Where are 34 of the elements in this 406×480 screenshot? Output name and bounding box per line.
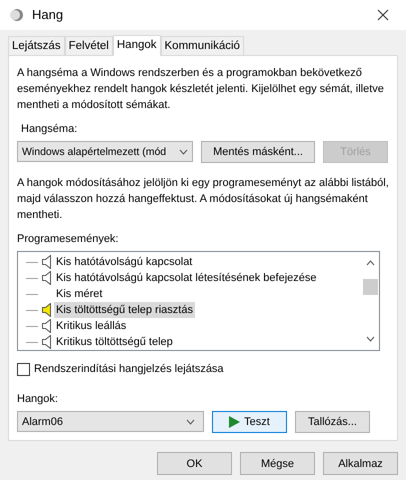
- list-item[interactable]: Kis hatótávolságú kapcsolat létesítésének befejezése: [54, 270, 318, 286]
- chevron-icon: [186, 418, 195, 424]
- sound-dropdown[interactable]: Alarm06: [17, 411, 204, 432]
- tab[interactable]: Felvétel: [64, 36, 113, 55]
- checkbox[interactable]: [17, 362, 30, 376]
- list-item[interactable]: Kritikus leállás: [54, 318, 128, 334]
- instructions-text: A hangok módosításához jelöljön ki egy programeseményt az alábbi listából, majd válasszon hozzá hangeffektust. A módosításokat új hangsémaként mentheti.: [17, 176, 389, 223]
- browse-button[interactable]: Tallózás...: [295, 411, 370, 433]
- play-icon: [229, 416, 240, 428]
- dialog-button[interactable]: OK: [157, 452, 232, 475]
- scheme-button[interactable]: Mentés másként...: [201, 141, 315, 163]
- window-title: Hang: [32, 7, 64, 23]
- tab[interactable]: Kommunikáció: [160, 36, 244, 55]
- scheme-dropdown[interactable]: Windows alapértelmezett (mód: [17, 141, 193, 162]
- field-label: Hangséma:: [21, 122, 78, 137]
- checkbox-label: Rendszerindítási hangjelzés lejátszása: [34, 362, 224, 377]
- scroll-up-icon[interactable]: [366, 260, 375, 266]
- list-label: Programesemények:: [17, 232, 120, 247]
- tab[interactable]: Hangok: [112, 35, 161, 56]
- list-item[interactable]: Kis méret: [54, 286, 104, 302]
- list-item[interactable]: Kis töltöttségű telep riasztás: [54, 302, 195, 318]
- list-item[interactable]: Kis hatótávolságú kapcsolat: [54, 254, 194, 270]
- scroll-down-icon[interactable]: [366, 336, 375, 342]
- dialog-button[interactable]: Mégse: [240, 452, 315, 475]
- description-text: A hangséma a Windows rendszerben és a programokban bekövetkező eseményekhez rendelt hangok készletét jelenti. Kijelölhet egy sémát, illetve mentheti a módosított sémákat.: [17, 66, 385, 113]
- scroll-thumb[interactable]: [363, 279, 378, 295]
- list-item[interactable]: Kritikus töltöttségű telep: [54, 334, 175, 350]
- test-button[interactable]: Teszt: [212, 411, 287, 433]
- tab[interactable]: Lejátszás: [8, 36, 65, 55]
- event-list[interactable]: Kis hatótávolságú kapcsolat Kis hatótávolságú kapcsolat létesítésének befejezése Kis méret Kis töltöttségű telep riasztás Kritikus leállás Kritikus töltöttségű telep: [17, 251, 380, 351]
- field-label: Hangok:: [17, 392, 59, 407]
- chevron-icon: [179, 148, 188, 154]
- close-icon: [377, 9, 389, 22]
- dialog-button[interactable]: Alkalmaz: [323, 452, 398, 475]
